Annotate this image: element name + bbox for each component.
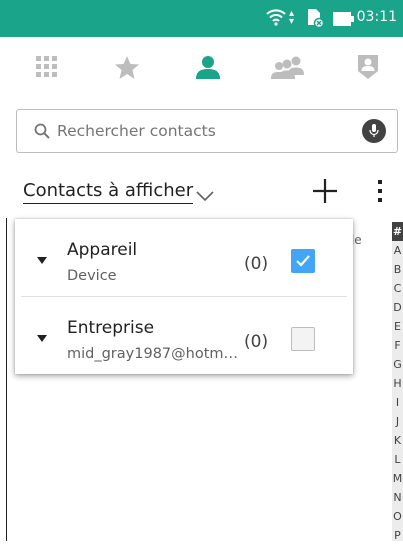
more-options-button[interactable] [373,176,387,206]
account-filter-popup: Appareil Device (0) Entreprise mid_gray1… [15,219,353,374]
dot [378,180,382,184]
group-icon [271,56,304,79]
star-icon [115,55,139,79]
mic-button[interactable] [362,119,386,143]
index-letter[interactable]: G [392,355,403,374]
status-time: 03:11 [356,9,397,25]
status-bar: ▴ ▾ 03:11 [0,0,403,37]
index-letter[interactable]: I [392,393,403,412]
battery-icon [333,11,355,30]
tab-contacts[interactable] [188,50,228,84]
index-letter[interactable]: F [392,336,403,355]
tab-favorites[interactable] [107,50,147,84]
tab-groups[interactable] [268,50,308,84]
expand-triangle-icon[interactable] [37,257,47,264]
alphabet-index[interactable]: # A B C D E F G H I J K L M N O P [392,222,403,542]
account-checkbox-checked[interactable] [291,249,315,273]
dot [378,189,382,193]
account-type: Device [67,268,117,284]
index-letter[interactable]: D [392,298,403,317]
account-count: (0) [244,254,269,274]
search-bar[interactable]: Rechercher contacts [16,109,398,153]
account-name: Appareil [67,240,138,260]
checkmark-icon [296,255,310,267]
index-letter[interactable]: A [392,241,403,260]
index-letter[interactable]: E [392,317,403,336]
microphone-icon [369,124,379,137]
plus-icon [313,179,337,203]
tab-dial-pad[interactable] [27,50,67,84]
index-letter[interactable]: P [392,526,403,545]
index-letter[interactable]: H [392,374,403,393]
dot [378,198,382,202]
account-name: Entreprise [67,318,155,338]
index-letter[interactable]: N [392,488,403,507]
index-letter[interactable]: B [392,260,403,279]
index-letter[interactable]: M [392,469,403,488]
search-icon [34,123,50,143]
tab-bar [0,37,403,97]
index-letter[interactable]: L [392,450,403,469]
chevron-down-icon [195,186,215,207]
contacts-filter-dropdown[interactable]: Contacts à afficher [23,180,214,204]
index-letter[interactable]: C [392,279,403,298]
account-count: (0) [244,332,269,352]
account-checkbox-unchecked[interactable] [291,327,315,351]
tab-profile[interactable] [348,50,388,84]
account-row-appareil[interactable]: Appareil Device (0) [15,219,353,296]
index-letter[interactable]: K [392,431,403,450]
shield-person-icon [358,55,378,79]
data-activity-icon: ▴ ▾ [289,8,295,27]
contacts-filter-label: Contacts à afficher [23,180,194,204]
grid-icon [36,56,57,77]
no-sim-icon [306,8,325,32]
index-letter[interactable]: J [392,412,403,431]
wifi-icon [266,8,286,30]
index-letter[interactable]: O [392,507,403,526]
person-icon [196,56,220,79]
add-contact-button[interactable] [310,176,340,206]
search-input[interactable]: Rechercher contacts [57,122,216,140]
account-row-entreprise[interactable]: Entreprise mid_gray1987@hotmail.com (0) [15,297,353,374]
index-letter[interactable]: # [392,222,403,241]
expand-triangle-icon[interactable] [37,335,47,342]
account-email: mid_gray1987@hotmail.com [67,346,239,362]
